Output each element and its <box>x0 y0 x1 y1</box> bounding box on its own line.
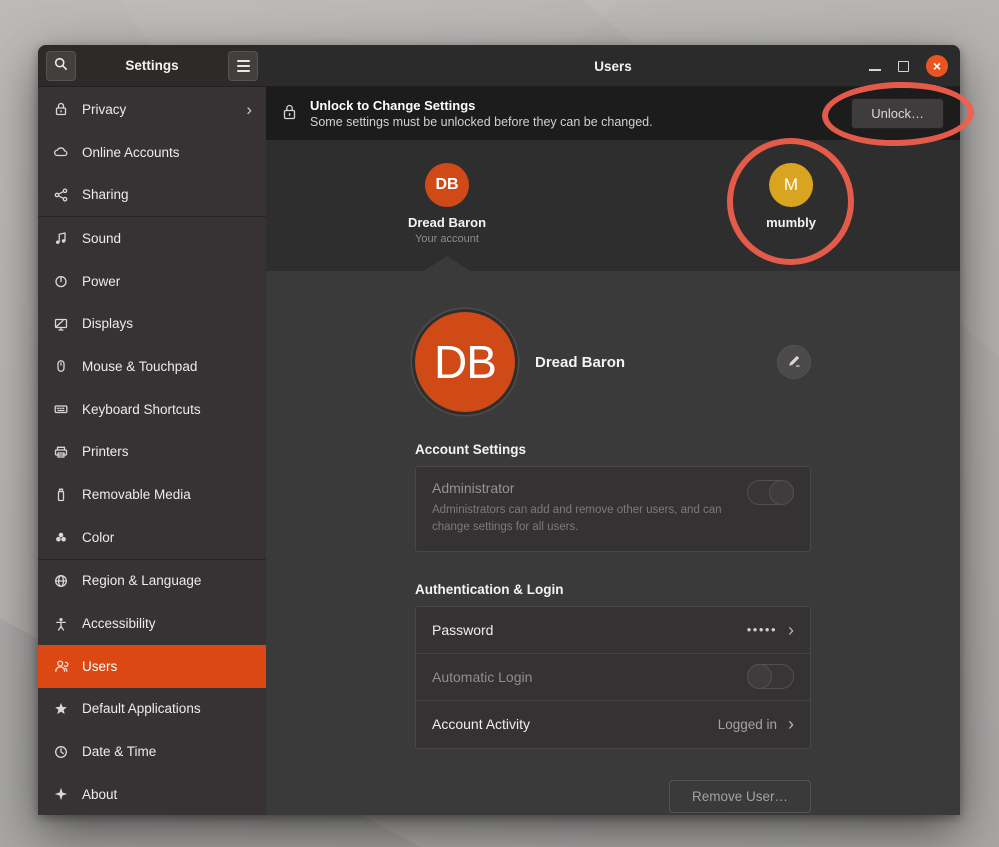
sidebar-item-privacy[interactable]: Privacy › <box>38 88 266 131</box>
carousel-user-dread-baron[interactable]: DB Dread Baron Your account <box>408 163 486 245</box>
close-icon: × <box>933 59 941 73</box>
sidebar-item-printers[interactable]: Printers <box>38 431 266 474</box>
remove-user-button[interactable]: Remove User… <box>669 780 811 813</box>
carousel-user-mumbly[interactable]: M mumbly <box>766 163 816 230</box>
user-name: Dread Baron <box>408 215 486 230</box>
sidebar-item-keyboard-shortcuts[interactable]: Keyboard Shortcuts <box>38 388 266 431</box>
selected-user-pointer <box>424 256 470 271</box>
lock-icon <box>282 103 297 124</box>
minimize-button[interactable] <box>869 69 881 71</box>
banner-text: Unlock to Change Settings Some settings … <box>310 98 653 129</box>
page-title: Users <box>266 45 960 87</box>
sidebar-item-about[interactable]: About <box>38 773 266 815</box>
account-activity-label: Account Activity <box>432 716 530 732</box>
sidebar-item-date-time[interactable]: Date & Time <box>38 730 266 773</box>
automatic-login-row: Automatic Login <box>416 654 810 701</box>
settings-window: Settings Privacy › Online Accounts Shari… <box>38 45 960 815</box>
sidebar-item-online-accounts[interactable]: Online Accounts <box>38 131 266 174</box>
profile-row: DB Dread Baron <box>415 312 811 412</box>
sound-icon <box>52 230 69 247</box>
window-controls: × <box>869 45 948 87</box>
clock-icon <box>52 743 69 760</box>
administrator-description: Administrators can add and remove other … <box>432 502 737 537</box>
close-button[interactable]: × <box>926 55 948 77</box>
automatic-login-toggle[interactable] <box>747 664 794 689</box>
removable-media-icon <box>52 486 69 503</box>
sparkle-icon <box>52 786 69 803</box>
search-icon <box>53 56 69 75</box>
remove-user-row: Remove User… <box>415 780 811 813</box>
color-icon <box>52 529 69 546</box>
profile-name: Dread Baron <box>535 354 625 371</box>
sidebar-item-power[interactable]: Power <box>38 260 266 303</box>
sidebar-item-mouse-touchpad[interactable]: Mouse & Touchpad <box>38 345 266 388</box>
account-settings-heading: Account Settings <box>415 442 811 457</box>
toggle-knob <box>769 480 794 505</box>
lock-icon <box>52 101 69 118</box>
accessibility-icon <box>52 615 69 632</box>
banner-title: Unlock to Change Settings <box>310 98 653 113</box>
chevron-right-icon: › <box>788 715 794 733</box>
sidebar-item-default-applications[interactable]: Default Applications <box>38 688 266 731</box>
administrator-toggle[interactable] <box>747 480 794 505</box>
password-label: Password <box>432 622 493 638</box>
hamburger-icon <box>237 60 250 72</box>
share-icon <box>52 186 69 203</box>
password-row[interactable]: Password ••••• › <box>416 607 810 654</box>
star-icon <box>52 700 69 717</box>
avatar: DB <box>425 163 469 207</box>
globe-icon <box>52 572 69 589</box>
user-subtitle: Your account <box>415 233 479 245</box>
sidebar-item-users[interactable]: Users <box>38 645 266 688</box>
administrator-row: Administrator Administrators can add and… <box>416 467 810 551</box>
printer-icon <box>52 443 69 460</box>
power-icon <box>52 273 69 290</box>
authentication-login-heading: Authentication & Login <box>415 582 811 597</box>
toggle-knob <box>747 664 772 689</box>
account-activity-row[interactable]: Account Activity Logged in › <box>416 701 810 748</box>
authentication-card: Password ••••• › Automatic Login Acco <box>415 606 811 749</box>
pencil-icon <box>787 353 802 371</box>
mouse-icon <box>52 358 69 375</box>
search-button[interactable] <box>46 51 76 81</box>
chevron-right-icon: › <box>246 101 252 118</box>
menu-button[interactable] <box>228 51 258 81</box>
sidebar-item-displays[interactable]: Displays <box>38 302 266 345</box>
edit-name-button[interactable] <box>777 345 811 379</box>
banner-subtitle: Some settings must be unlocked before th… <box>310 115 653 129</box>
unlock-button[interactable]: Unlock… <box>851 98 944 129</box>
sidebar-item-sharing[interactable]: Sharing <box>38 173 266 216</box>
password-dots: ••••• <box>747 622 777 637</box>
sidebar-list: Privacy › Online Accounts Sharing Sound … <box>38 87 266 815</box>
user-carousel: DB Dread Baron Your account M mumbly <box>266 140 960 271</box>
unlock-banner: Unlock to Change Settings Some settings … <box>266 87 960 140</box>
avatar: M <box>769 163 813 207</box>
display-icon <box>52 315 69 332</box>
sidebar-item-region-language[interactable]: Region & Language <box>38 560 266 603</box>
account-settings-card: Administrator Administrators can add and… <box>415 466 811 552</box>
user-name: mumbly <box>766 215 816 230</box>
automatic-login-label: Automatic Login <box>432 669 532 685</box>
sidebar-title: Settings <box>76 58 228 73</box>
sidebar-item-accessibility[interactable]: Accessibility <box>38 602 266 645</box>
headerbar: Users × <box>266 45 960 87</box>
keyboard-icon <box>52 401 69 418</box>
user-detail-panel: DB Dread Baron Account Settings Administ… <box>266 271 960 815</box>
sidebar-header: Settings <box>38 45 266 87</box>
users-icon <box>52 658 69 675</box>
sidebar-item-sound[interactable]: Sound <box>38 217 266 260</box>
chevron-right-icon: › <box>788 621 794 639</box>
users-panel: Users × Unlock to Change Settings Some s… <box>266 45 960 815</box>
cloud-icon <box>52 144 69 161</box>
sidebar-item-removable-media[interactable]: Removable Media <box>38 473 266 516</box>
account-activity-value: Logged in <box>718 717 777 732</box>
administrator-label: Administrator <box>432 480 794 496</box>
sidebar: Settings Privacy › Online Accounts Shari… <box>38 45 266 815</box>
maximize-button[interactable] <box>898 61 909 72</box>
avatar[interactable]: DB <box>415 312 515 412</box>
sidebar-item-color[interactable]: Color <box>38 516 266 559</box>
